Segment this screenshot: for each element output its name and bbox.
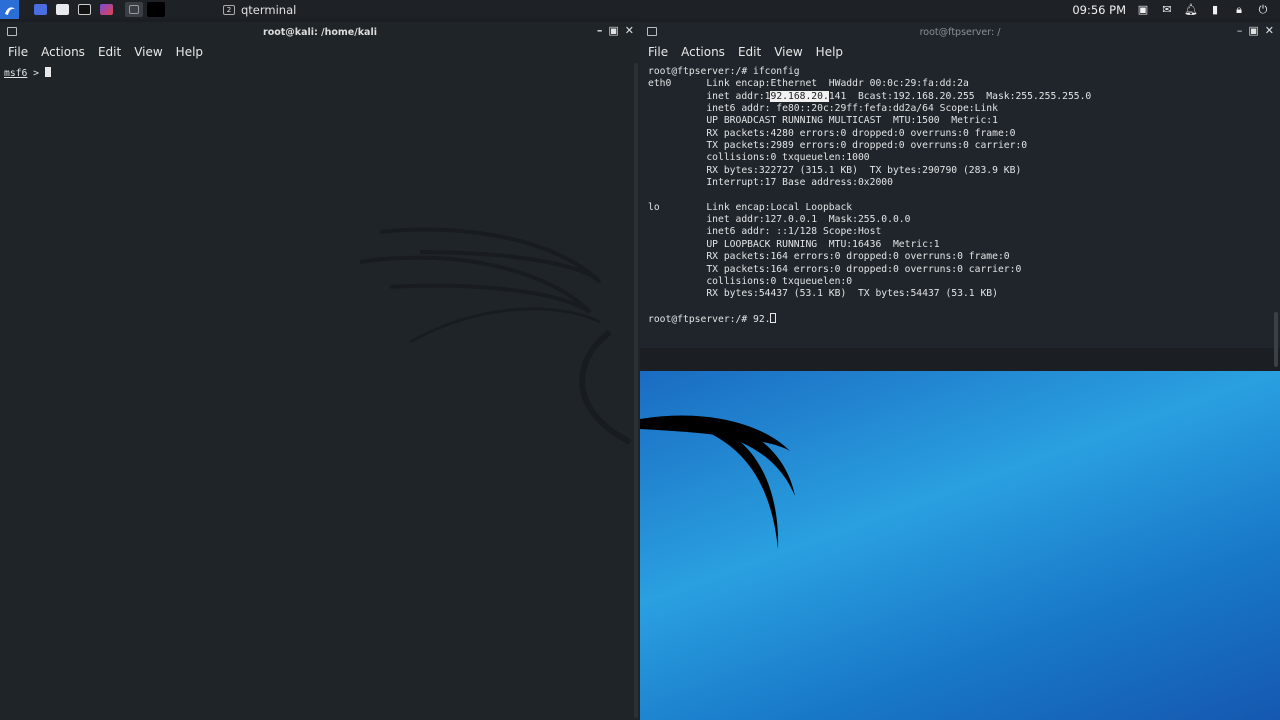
workspace-2-icon[interactable] xyxy=(147,2,165,17)
workspace-1-icon[interactable] xyxy=(125,2,143,17)
terminal-line: ​ xyxy=(648,189,1280,201)
terminal-line: root@ftpserver:/# 92. xyxy=(648,312,1280,326)
menu-file[interactable]: File xyxy=(8,45,28,59)
msf-prompt: msf6 xyxy=(4,68,28,79)
file-manager-icon[interactable] xyxy=(53,2,71,17)
terminal-line: RX packets:164 errors:0 dropped:0 overru… xyxy=(648,251,1010,263)
menu-help[interactable]: Help xyxy=(816,45,843,59)
menu-actions[interactable]: Actions xyxy=(681,45,725,59)
usb-icon[interactable]: ▮ xyxy=(1208,3,1222,17)
menu-bar: File Actions Edit View Help xyxy=(0,42,640,61)
terminal-line: UP LOOPBACK RUNNING MTU:16436 Metric:1 xyxy=(648,238,940,250)
terminal-line: ​ xyxy=(648,301,1280,313)
menu-help[interactable]: Help xyxy=(176,45,203,59)
lock-icon[interactable]: 🔒︎ xyxy=(1232,3,1246,17)
window-icon xyxy=(647,27,657,36)
window-titlebar[interactable]: root@kali: /home/kali – ▣ ✕ xyxy=(0,22,640,42)
close-icon[interactable]: ✕ xyxy=(625,24,634,37)
top-panel: 2 qterminal 09:56 PM ▣ ✉ 🔔︎ ▮ 🔒︎ ⏻ xyxy=(0,0,1280,19)
terminal-line: Interrupt:17 Base address:0x2000 xyxy=(648,177,899,189)
terminal-window-ftpserver[interactable]: root@ftpserver: / – ▣ ✕ File Actions Edi… xyxy=(640,22,1280,367)
menu-view[interactable]: View xyxy=(774,45,802,59)
selected-text[interactable]: 92.168.20. xyxy=(770,90,829,102)
kali-dragon-watermark xyxy=(359,227,632,445)
desktop-wallpaper xyxy=(640,371,1280,720)
workspace-icon[interactable] xyxy=(31,2,49,17)
screen-icon[interactable]: ▣ xyxy=(1136,3,1150,17)
scrollbar[interactable] xyxy=(634,63,638,718)
close-icon[interactable]: ✕ xyxy=(1265,24,1274,37)
terminal-output[interactable]: root@ftpserver:/# ifconfig eth0 Link enca… xyxy=(640,61,1280,326)
kali-menu-icon[interactable] xyxy=(0,0,19,19)
terminal-line: RX bytes:54437 (53.1 KB) TX bytes:54437 … xyxy=(648,288,998,300)
current-command: root@ftpserver:/# 92. xyxy=(648,313,771,325)
terminal-icon[interactable] xyxy=(75,2,93,17)
terminal-line: collisions:0 txqueuelen:1000 xyxy=(648,152,876,164)
menu-edit[interactable]: Edit xyxy=(98,45,121,59)
taskbar-item-label: qterminal xyxy=(241,2,297,17)
minimize-icon[interactable]: – xyxy=(1237,24,1243,37)
terminal-line: TX packets:164 errors:0 dropped:0 overru… xyxy=(648,263,1022,275)
taskbar-item-qterminal[interactable]: 2 qterminal xyxy=(215,0,304,19)
clock[interactable]: 09:56 PM xyxy=(1072,3,1126,17)
kali-dragon-logo xyxy=(640,415,795,549)
prompt-separator: > xyxy=(27,68,45,79)
terminal-line: inet addr:127.0.0.1 Mask:255.0.0.0 xyxy=(648,214,911,226)
scrollbar[interactable] xyxy=(1274,312,1278,367)
terminal-line: root@ftpserver:/# ifconfig xyxy=(648,66,800,77)
power-icon[interactable]: ⏻ xyxy=(1256,3,1270,17)
window-icon xyxy=(7,27,17,36)
terminal-line: collisions:0 txqueuelen:0 xyxy=(648,275,858,287)
terminal-output[interactable]: msf6 > xyxy=(0,61,640,80)
terminal-line: RX packets:4280 errors:0 dropped:0 overr… xyxy=(648,127,1016,139)
firefox-icon[interactable] xyxy=(97,2,115,17)
terminal-window-kali[interactable]: root@kali: /home/kali – ▣ ✕ File Actions… xyxy=(0,22,640,720)
line-segment: inet addr:1 xyxy=(648,90,771,102)
menu-file[interactable]: File xyxy=(648,45,668,59)
minimize-icon[interactable]: – xyxy=(597,24,603,37)
terminal-line: UP BROADCAST RUNNING MULTICAST MTU:1500 … xyxy=(648,115,998,127)
terminal-line: inet6 addr: fe80::20c:29ff:fefa:dd2a/64 … xyxy=(648,103,998,115)
text-cursor xyxy=(44,67,51,77)
terminal-line: inet6 addr: ::1/128 Scope:Host xyxy=(648,226,882,238)
terminal-small-icon: 2 xyxy=(223,4,235,15)
window-titlebar[interactable]: root@ftpserver: / – ▣ ✕ xyxy=(640,22,1280,42)
window-title: root@kali: /home/kali xyxy=(263,26,377,38)
menu-actions[interactable]: Actions xyxy=(41,45,85,59)
window-title: root@ftpserver: / xyxy=(919,26,1001,38)
terminal-line: eth0 Link encap:Ethernet HWaddr 00:0c:29… xyxy=(648,78,981,90)
terminal-line: TX packets:2989 errors:0 dropped:0 overr… xyxy=(648,140,1028,152)
line-segment: 141 Bcast:192.168.20.255 Mask:255.255.25… xyxy=(828,90,1092,102)
mail-icon[interactable]: ✉ xyxy=(1160,3,1174,17)
maximize-icon[interactable]: ▣ xyxy=(1248,24,1258,37)
maximize-icon[interactable]: ▣ xyxy=(608,24,618,37)
terminal-line: inet addr:192.168.20.141 Bcast:192.168.2… xyxy=(648,90,1280,103)
menu-edit[interactable]: Edit xyxy=(738,45,761,59)
terminal-line: lo Link encap:Local Loopback xyxy=(648,201,864,213)
menu-view[interactable]: View xyxy=(134,45,162,59)
bell-icon[interactable]: 🔔︎ xyxy=(1184,3,1198,17)
text-cursor xyxy=(770,312,777,323)
terminal-line: RX bytes:322727 (315.1 KB) TX bytes:2907… xyxy=(648,164,1022,176)
menu-bar: File Actions Edit View Help xyxy=(640,42,1280,61)
